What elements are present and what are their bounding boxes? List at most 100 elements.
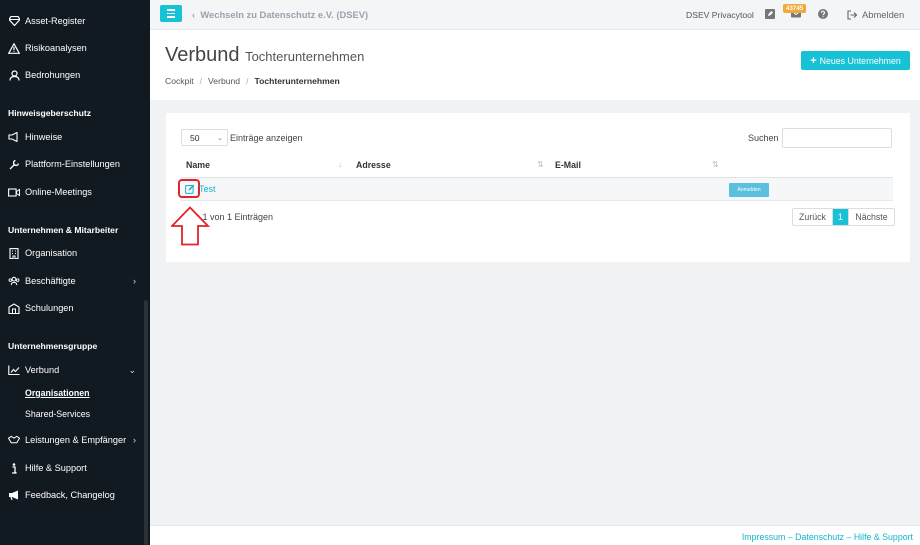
handshake-icon [8,434,20,446]
chevron-down-icon: ⌄ [217,135,223,142]
sidebar-item-label: Beschäftigte [25,276,76,286]
pagination-prev[interactable]: Zurück [793,209,833,225]
breadcrumb-separator: / [199,76,203,86]
info-icon [8,462,20,474]
company-table-card: 50 ⌄ Einträge anzeigen Suchen Name ↓ Adr… [166,113,910,262]
sidebar-item-feedback[interactable]: Feedback, Changelog [8,485,140,505]
megaphone-icon [8,131,20,143]
pagination-next[interactable]: Nächste [848,209,894,225]
sidebar-item-beschaeftigte[interactable]: Beschäftigte › [8,271,140,291]
help-icon[interactable] [817,8,829,20]
sidebar-section-hinweisgeberschutz: Hinweisgeberschutz [8,108,92,118]
sidebar-section-unternehmen: Unternehmen & Mitarbeiter [8,225,119,235]
user-threat-icon [8,69,20,81]
sidebar-item-asset-register[interactable]: Asset-Register [8,11,140,31]
new-company-button[interactable]: + Neues Unternehmen [801,51,910,70]
search-label: Suchen [748,133,779,143]
sidebar-scrollbar[interactable] [144,300,148,545]
breadcrumb-current: Tochterunternehmen [254,76,340,86]
sidebar-item-label: Risikoanalysen [25,43,87,53]
column-header-email[interactable]: E-Mail [555,160,581,170]
breadcrumb-cockpit[interactable]: Cockpit [165,76,194,86]
building-icon [8,247,20,259]
table-row [181,178,893,201]
logout-label: Abmelden [862,9,905,20]
pagination: Zurück 1 Nächste [792,208,895,226]
sidebar-item-label: Bedrohungen [25,70,81,80]
sidebar: Asset-Register Risikoanalysen Bedrohunge… [0,0,150,545]
sidebar-item-label: Verbund [25,365,60,375]
page-title-text: Verbund [165,44,240,66]
search-input[interactable] [782,128,892,148]
sort-icon[interactable]: ⇅ [712,160,719,169]
switch-organization-link[interactable]: ‹ Wechseln zu Datenschutz e.V. (DSEV) [192,9,368,20]
warning-icon [8,42,20,54]
topbar: ‹ Wechseln zu Datenschutz e.V. (DSEV) DS… [150,0,920,30]
bullhorn-icon [8,489,20,501]
sidebar-item-label: Schulungen [25,303,74,313]
breadcrumb-separator: / [246,76,249,86]
footer-links[interactable]: Impressum – Datenschutz – Hilfe & Suppor… [742,532,913,542]
chart-icon [8,364,20,376]
hamburger-icon-line [167,16,175,18]
logout-link[interactable]: Abmelden [847,9,904,20]
sidebar-item-hinweise[interactable]: Hinweise [8,127,140,147]
sidebar-item-label: Feedback, Changelog [25,490,115,500]
tool-name: DSEV Privacytool [686,10,754,20]
users-icon [8,275,20,287]
sidebar-item-label: Plattform-Einstellungen [25,159,120,169]
page-title: Verbund Tochterunternehmen [165,44,364,67]
breadcrumb-verbund[interactable]: Verbund [208,76,240,86]
sort-icon[interactable]: ⇅ [537,160,544,169]
edit-square-icon[interactable] [764,8,776,20]
sidebar-item-label: Hinweise [25,132,63,142]
page-header: Verbund Tochterunternehmen Cockpit / Ver… [150,30,920,100]
sidebar-item-plattform-einstellungen[interactable]: Plattform-Einstellungen [8,154,140,174]
pagination-page[interactable]: 1 [833,209,848,225]
hamburger-icon [167,9,175,11]
wrench-icon [8,158,20,170]
sidebar-item-organisation[interactable]: Organisation [8,243,140,263]
sidebar-subitem-shared-services[interactable]: Shared-Services [25,409,90,419]
entries-length-label: Einträge anzeigen [230,133,303,143]
hamburger-icon-line [167,12,175,15]
column-header-name[interactable]: Name [186,160,210,170]
edit-icon-highlight [178,179,200,198]
sidebar-section-unternehmensgruppe: Unternehmensgruppe [8,341,98,351]
annotation-arrow-icon [171,206,211,246]
sidebar-item-label: Online-Meetings [25,187,92,197]
sidebar-item-risikoanalysen[interactable]: Risikoanalysen [8,38,140,58]
footer: Impressum – Datenschutz – Hilfe & Suppor… [150,525,920,545]
row-company-name-link[interactable]: Test [199,184,216,194]
notification-badge: 43745 [783,4,807,13]
entries-length-select[interactable]: 50 ⌄ [181,129,228,146]
diamond-icon [8,15,20,27]
chevron-down-icon: ⌄ [128,364,136,375]
sidebar-item-schulungen[interactable]: Schulungen [8,298,140,318]
sidebar-subitem-organisationen[interactable]: Organisationen [25,388,90,398]
menu-toggle-button[interactable] [160,5,182,22]
sidebar-item-hilfe-support[interactable]: Hilfe & Support [8,458,140,478]
entries-length-value: 50 [190,132,200,143]
sort-asc-icon[interactable]: ↓ [338,160,342,169]
page-subtitle: Tochterunternehmen [245,49,365,64]
switch-organization-label: Wechseln zu Datenschutz e.V. (DSEV) [200,9,369,20]
sidebar-item-online-meetings[interactable]: Online-Meetings [8,182,140,202]
new-company-label: Neues Unternehmen [819,55,901,66]
sidebar-item-leistungen[interactable]: Leistungen & Empfänger › [8,430,140,450]
sidebar-item-label: Hilfe & Support [25,463,87,473]
sidebar-item-label: Leistungen & Empfänger [25,435,127,445]
chevron-right-icon: › [133,435,136,445]
column-header-adresse[interactable]: Adresse [356,160,391,170]
school-icon [8,302,20,314]
sidebar-item-label: Organisation [25,248,78,258]
video-icon [8,186,20,198]
sidebar-item-bedrohungen[interactable]: Bedrohungen [8,65,140,85]
logout-icon [847,9,858,20]
plus-icon: + [810,54,817,67]
sidebar-item-label: Asset-Register [25,16,86,26]
chevron-right-icon: › [133,276,136,286]
anmelden-button[interactable]: Anmelden [729,183,769,197]
breadcrumb: Cockpit / Verbund / Tochterunternehmen [165,76,340,86]
sidebar-item-verbund[interactable]: Verbund ⌄ [8,360,140,380]
